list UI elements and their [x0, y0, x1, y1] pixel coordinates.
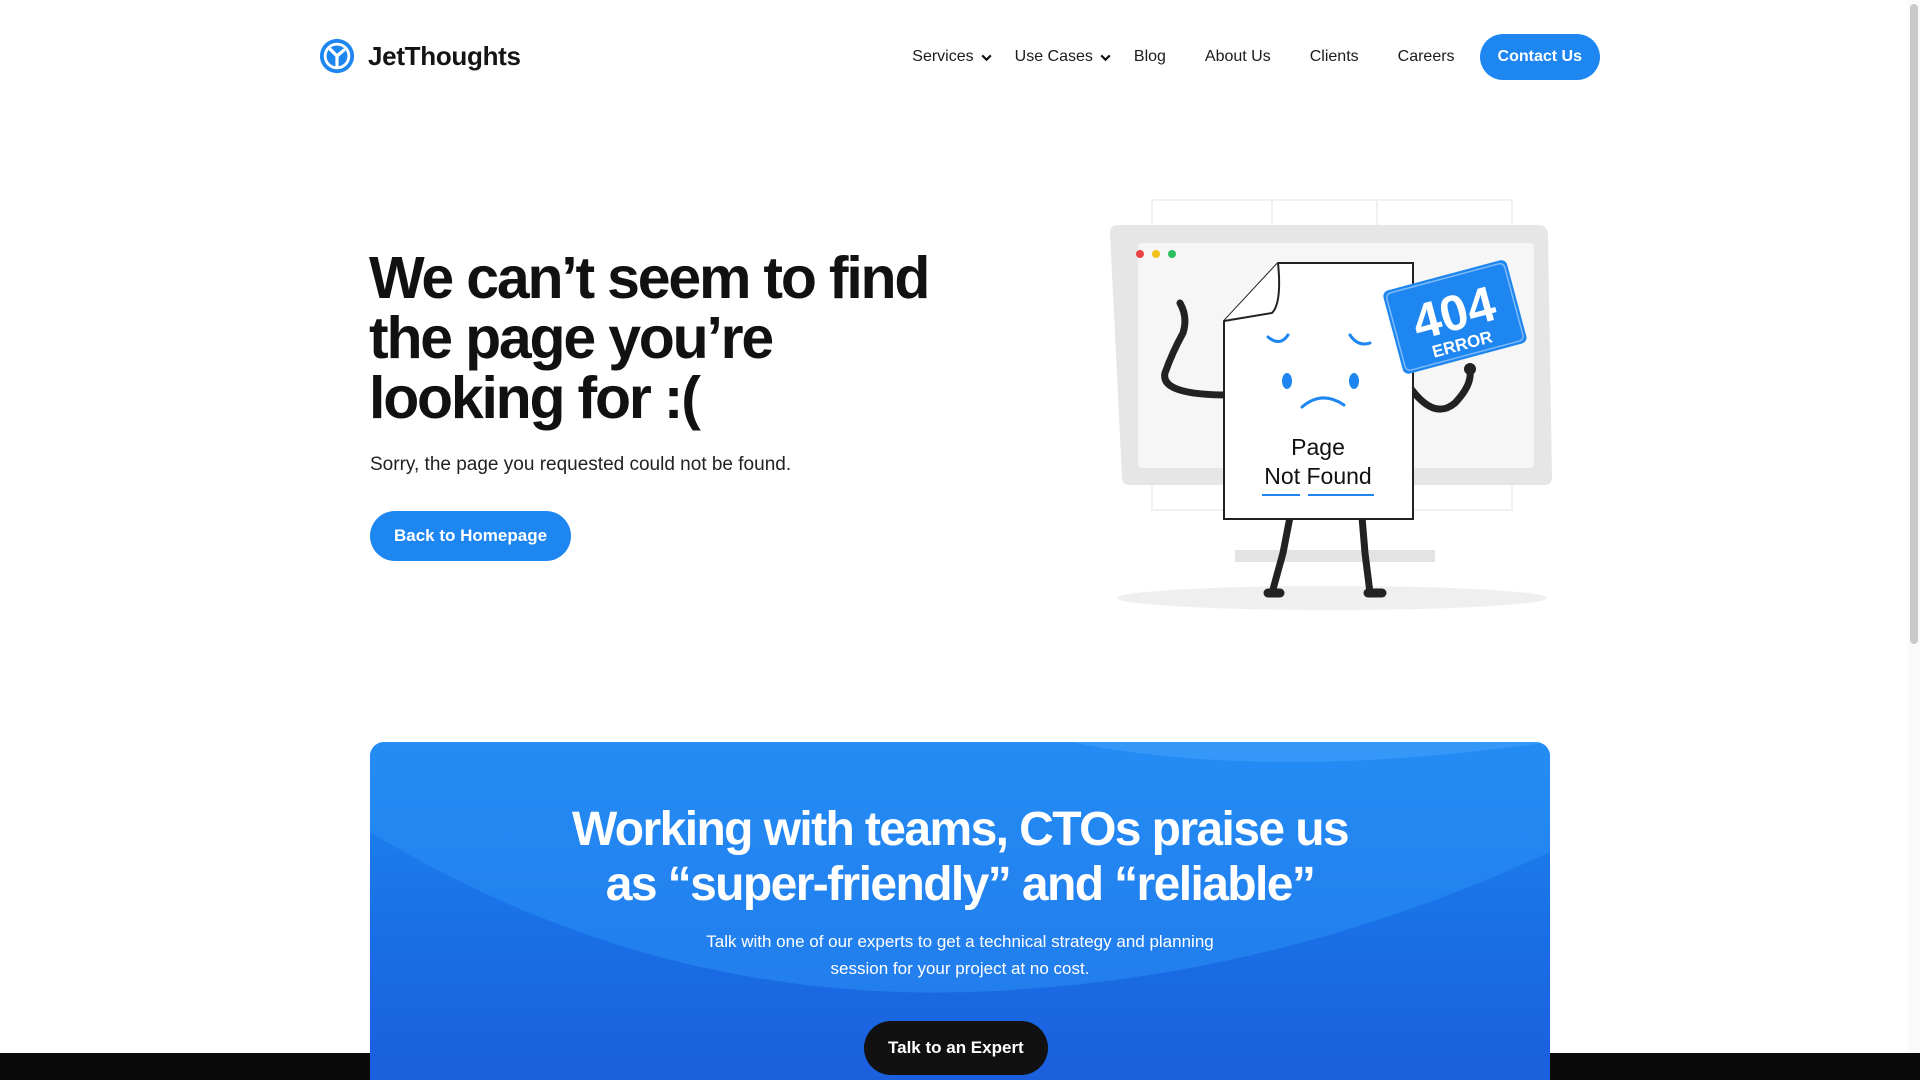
page-text-line2: Not Found — [1264, 463, 1371, 489]
page-not-found-illustration: Page Not Found 404 ERROR — [1110, 199, 1552, 610]
cta-title: Working with teams, CTOs praise us as “s… — [370, 802, 1550, 912]
back-to-homepage-button[interactable]: Back to Homepage — [370, 511, 572, 561]
title-line: the page you’re — [369, 305, 774, 371]
page-title: We can’t seem to find the page you’re lo… — [369, 248, 1009, 428]
cta-subtitle-line: session for your project at no cost. — [830, 959, 1090, 978]
cta-banner: Working with teams, CTOs praise us as “s… — [370, 742, 1550, 1080]
logo-icon — [319, 38, 355, 74]
nav-label: Blog — [1133, 48, 1166, 65]
scrollbar-thumb[interactable] — [1910, 4, 1918, 644]
brand-name: JetThoughts — [368, 40, 521, 71]
title-line: looking for :( — [369, 365, 701, 431]
cta-subtitle: Talk with one of our experts to get a te… — [660, 928, 1260, 982]
talk-to-expert-button[interactable]: Talk to an Expert — [864, 1021, 1048, 1075]
contact-us-button[interactable]: Contact Us — [1479, 34, 1600, 80]
cta-title-line: Working with teams, CTOs praise us — [571, 803, 1350, 856]
nav-label: About Us — [1204, 48, 1271, 65]
nav-label: Services — [912, 48, 974, 65]
brand-logo[interactable]: JetThoughts — [318, 37, 521, 75]
nav-item-clients[interactable]: Clients — [1310, 48, 1359, 66]
nav-item-blog[interactable]: Blog — [1134, 48, 1166, 66]
chevron-down-icon — [1100, 54, 1111, 61]
nav-item-careers[interactable]: Careers — [1398, 48, 1455, 66]
page-text-line1: Page — [1291, 434, 1345, 460]
cta-title-line: as “super-friendly” and “reliable” — [605, 858, 1316, 911]
error-message: Sorry, the page you requested could not … — [370, 454, 792, 475]
nav-label: Use Cases — [1014, 48, 1093, 65]
nav-item-use-cases[interactable]: Use Cases — [1015, 48, 1112, 66]
nav-item-services[interactable]: Services — [912, 48, 992, 66]
nav-label: Clients — [1309, 48, 1359, 65]
nav-item-about-us[interactable]: About Us — [1205, 48, 1271, 66]
scrollbar[interactable] — [1908, 0, 1920, 1053]
nav-label: Careers — [1397, 48, 1455, 65]
main-nav: Services Use Cases Blog About Us Clients… — [912, 34, 1600, 80]
chevron-down-icon — [981, 54, 992, 61]
title-line: We can’t seem to find — [369, 245, 930, 311]
cta-subtitle-line: Talk with one of our experts to get a te… — [706, 932, 1214, 951]
